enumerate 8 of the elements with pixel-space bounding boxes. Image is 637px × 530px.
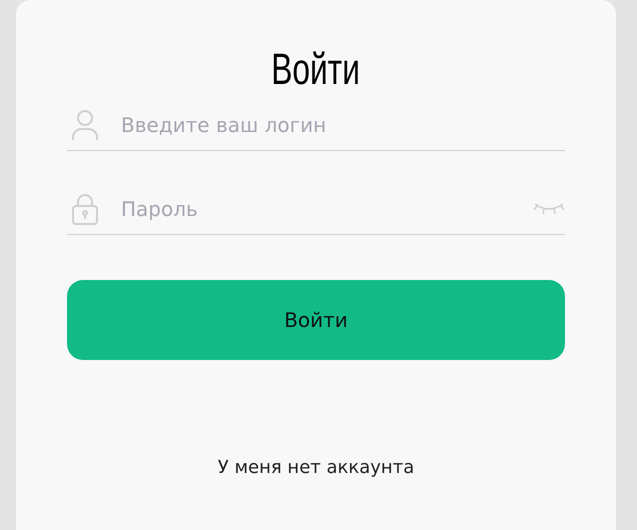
- closed-eye-icon[interactable]: [533, 202, 565, 216]
- login-field[interactable]: Введите ваш логин: [121, 110, 565, 140]
- register-link[interactable]: У меня нет аккаунта: [218, 457, 414, 478]
- login-button[interactable]: Войти: [67, 280, 565, 360]
- page-title: Войти: [272, 44, 360, 96]
- lock-icon: [71, 193, 99, 225]
- user-icon: [71, 109, 99, 141]
- password-field[interactable]: Пароль: [121, 194, 533, 224]
